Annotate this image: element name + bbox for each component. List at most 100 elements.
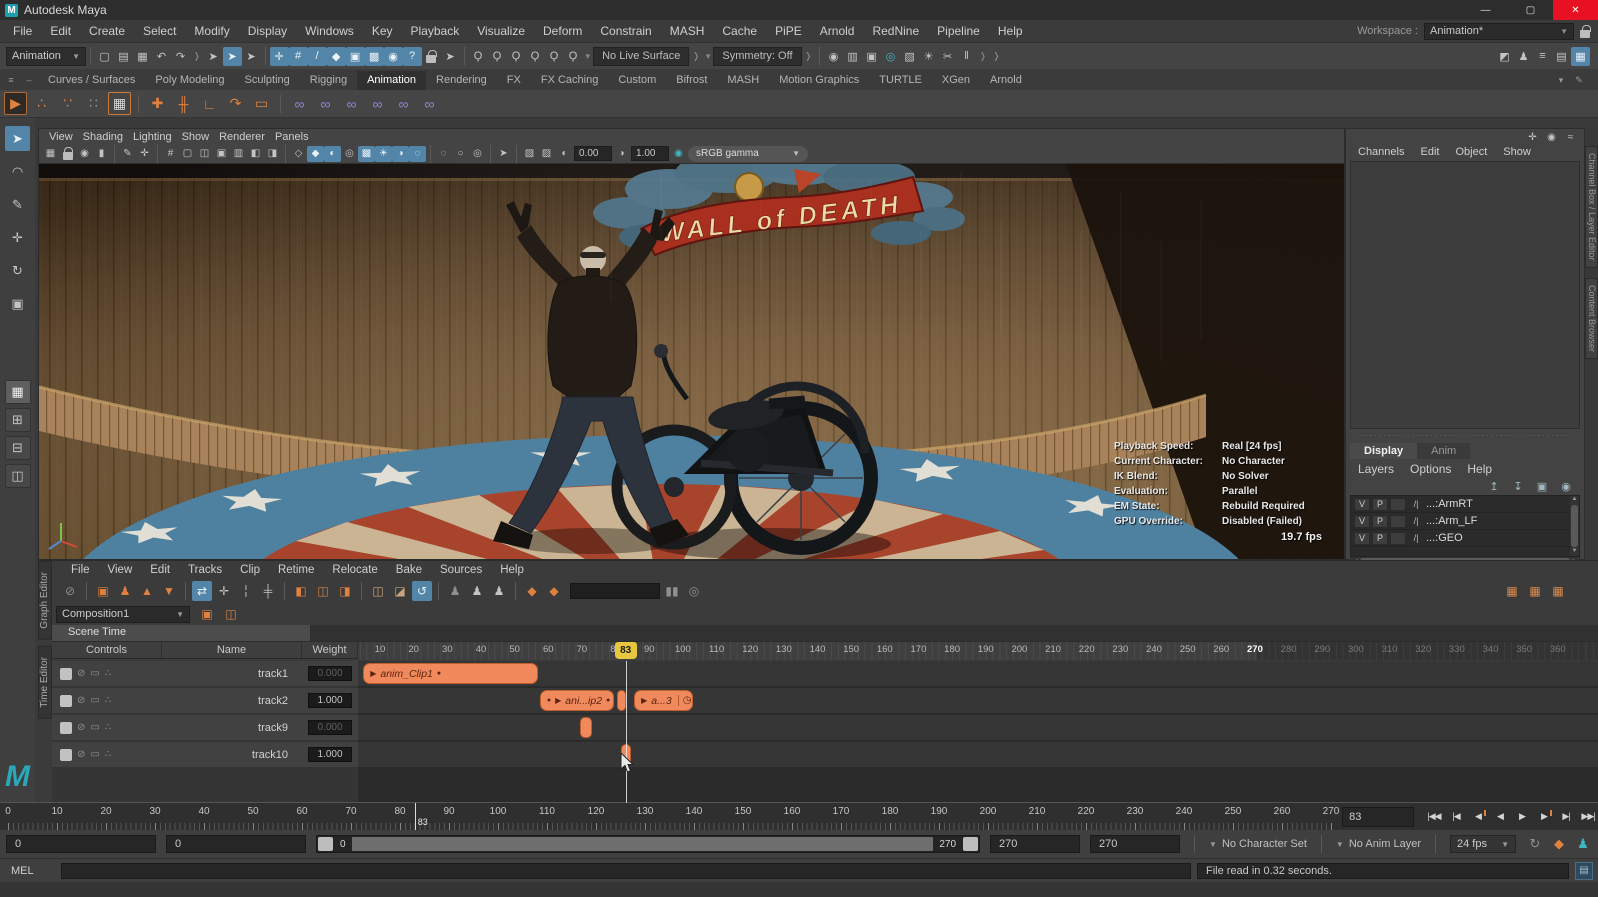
minimize-button[interactable]: — (1463, 0, 1508, 20)
orient-constraint-icon[interactable]: ∞ (340, 92, 363, 115)
group-expand-icon[interactable]: ❭ (993, 51, 1001, 62)
menu-pipe[interactable]: PiPE (766, 21, 811, 41)
resolution-gate-icon[interactable]: ◫ (196, 146, 213, 162)
chevron-down-icon[interactable]: ▾ (586, 51, 591, 62)
xray-icon[interactable]: ▧ (521, 146, 538, 162)
layer-playback-toggle[interactable]: P (1372, 514, 1388, 528)
track-ghost-icon[interactable]: ∴ (105, 749, 111, 760)
shelf-tab-fx-caching[interactable]: FX Caching (531, 71, 608, 90)
motion-blur-icon[interactable]: ◌ (435, 146, 452, 162)
add-key-at-current-icon[interactable]: ◆ (544, 581, 564, 601)
track-select-checkbox[interactable] (60, 748, 72, 761)
hold-clip-icon[interactable]: ◪ (390, 581, 410, 601)
layer-display-toggle[interactable] (1390, 514, 1406, 528)
add-key-icon[interactable]: ◆ (522, 581, 542, 601)
stack-view-icon[interactable]: ▦ (1548, 581, 1568, 601)
shelf-tab-curves-surfaces[interactable]: Curves / Surfaces (38, 71, 145, 90)
track-weight-field[interactable]: 0.000 (308, 720, 352, 735)
layer-vertical-scrollbar[interactable]: ▲ ▼ (1570, 496, 1579, 556)
shelf-tab-mash[interactable]: MASH (717, 71, 769, 90)
menu-windows[interactable]: Windows (296, 21, 363, 41)
layer-row[interactable]: V P /| ...:Arm_LF (1351, 513, 1579, 530)
track-ghost-icon[interactable]: ∴ (105, 695, 111, 706)
channel-graph-icon[interactable]: ≈ (1563, 131, 1578, 144)
animation-clip-keys[interactable] (580, 717, 593, 738)
mute-weight-icon[interactable]: ▮▮ (662, 581, 682, 601)
multisample-icon[interactable]: ○ (452, 146, 469, 162)
pan-zoom-icon[interactable]: ✛ (136, 146, 153, 162)
single-pane-layout-button[interactable]: ▦ (4, 380, 31, 404)
make-live-icon[interactable]: ◉ (383, 46, 403, 66)
depth-of-field-icon[interactable]: ◎ (469, 146, 486, 162)
script-editor-icon[interactable]: ▤ (1575, 861, 1593, 880)
gate-mask-icon[interactable]: ▣ (213, 146, 230, 162)
ipr-render-icon[interactable]: ▣ (862, 47, 881, 66)
workspace-dropdown[interactable]: Animation* ▼ (1424, 22, 1574, 40)
new-scene-icon[interactable]: ▢ (95, 47, 114, 66)
import-clips-icon[interactable]: ▼ (159, 581, 179, 601)
te-menu-relocate[interactable]: Relocate (323, 562, 386, 578)
panel-menu-show[interactable]: Show (182, 130, 220, 144)
move-tool-icon[interactable]: ✛ (5, 225, 30, 250)
lasso-tool-icon[interactable]: ◠ (5, 159, 30, 184)
track-weight-field[interactable]: 1.000 (308, 747, 352, 762)
te-menu-edit[interactable]: Edit (141, 562, 179, 578)
shelf-edit-icon[interactable]: ✎ (1572, 73, 1586, 87)
safe-title-icon[interactable]: ◨ (264, 146, 281, 162)
razor-clip-icon[interactable]: ╎ (236, 581, 256, 601)
new-layer-from-selected-icon[interactable]: ◉ (1558, 480, 1574, 493)
snap-to-curves-icon[interactable]: / (307, 46, 327, 66)
render-settings-icon[interactable]: ◎ (881, 47, 900, 66)
select-input-icon[interactable]: Ϙ (545, 47, 564, 66)
unghost-icon[interactable]: ∷ (82, 92, 105, 115)
te-menu-file[interactable]: File (62, 562, 99, 578)
persp-outliner-layout-button[interactable]: ◫ (4, 464, 31, 488)
export-clips-icon[interactable]: ▲ (137, 581, 157, 601)
animation-start-field[interactable]: 0 (6, 835, 156, 853)
move-snap-icon[interactable]: ✛ (269, 46, 289, 66)
snap-to-points-icon[interactable]: ◆ (326, 46, 346, 66)
exposure-field[interactable]: 0.00 (574, 146, 612, 161)
play-forwards-button[interactable]: ▶ (1512, 807, 1532, 827)
shelf-tab-rigging[interactable]: Rigging (300, 71, 357, 90)
composition-dropdown[interactable]: Composition1 ▼ (56, 605, 190, 623)
hold-current-keys-icon[interactable]: ╫ (172, 92, 195, 115)
step-forward-frame-button[interactable]: ▶| (1556, 807, 1576, 827)
ghost-icon[interactable]: ∵ (56, 92, 79, 115)
move-layer-up-icon[interactable]: ↥ (1486, 480, 1502, 493)
te-menu-sources[interactable]: Sources (431, 562, 491, 578)
input-line-icon[interactable]: Ϙ (526, 47, 545, 66)
workspace-lock-icon[interactable] (1580, 24, 1591, 38)
parent-constraint-icon[interactable]: ∞ (288, 92, 311, 115)
time-slider-playhead[interactable] (414, 803, 416, 830)
panel-splitter[interactable]: ········································… (1346, 429, 1584, 442)
layer-visibility-toggle[interactable]: V (1354, 514, 1370, 528)
highlight-selection-icon[interactable]: ➤ (441, 47, 460, 66)
menu-rednine[interactable]: RedNine (863, 21, 928, 41)
group-expand-icon[interactable]: ❭ (193, 51, 201, 62)
menu-arnold[interactable]: Arnold (811, 21, 864, 41)
camera-attributes-icon[interactable]: ◉ (76, 146, 93, 162)
gamma-icon[interactable]: ◑ (613, 146, 630, 162)
track-ghost-icon[interactable]: ∴ (105, 668, 111, 679)
snap-clips-icon[interactable]: ╪ (258, 581, 278, 601)
isolate-select-icon[interactable]: ➤ (495, 146, 512, 162)
te-menu-bake[interactable]: Bake (387, 562, 431, 578)
add-character-icon[interactable]: ♟ (467, 581, 487, 601)
cut-icon[interactable]: ✂ (938, 47, 957, 66)
animation-end-field[interactable]: 270 (1090, 835, 1181, 853)
scene-time-tab[interactable]: Scene Time (52, 625, 310, 641)
input-connections-icon[interactable]: Ϙ (469, 47, 488, 66)
panel-menu-shading[interactable]: Shading (83, 130, 133, 144)
shelf-tab-turtle[interactable]: TURTLE (869, 71, 932, 90)
operations-list-icon[interactable]: Ϙ (564, 47, 583, 66)
channel-box-toggle-icon[interactable]: ≡ (1533, 47, 1552, 66)
clip-play-icon[interactable]: ▶ (555, 696, 561, 705)
snap-to-view-planes-icon[interactable]: ▩ (364, 46, 384, 66)
layer-display-toggle[interactable] (1390, 497, 1406, 511)
go-to-end-button[interactable]: ▶▶| (1578, 807, 1598, 827)
playback-start-field[interactable]: 0 (166, 835, 306, 853)
paint-select-tool-icon[interactable]: ✎ (5, 192, 30, 217)
channel-menu-channels[interactable]: Channels (1350, 145, 1412, 159)
group-expand-icon[interactable]: ❭ (805, 51, 813, 62)
